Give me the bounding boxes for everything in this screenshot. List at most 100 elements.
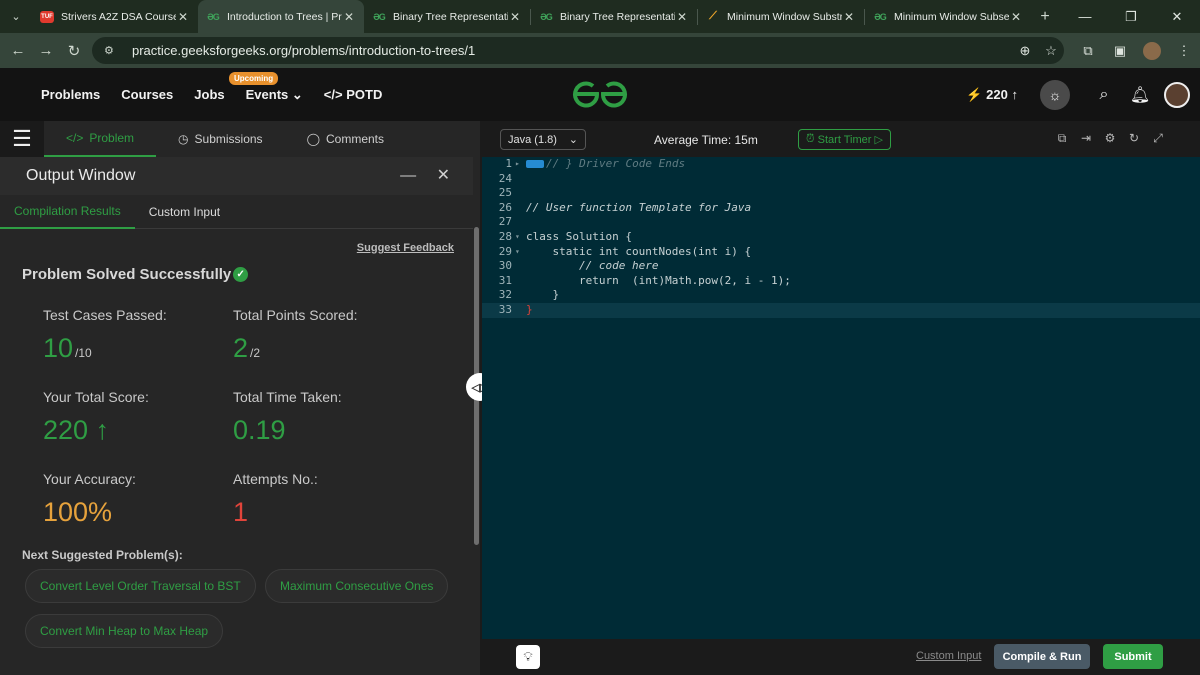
close-icon[interactable]: ✕ [842, 10, 856, 24]
search-icon[interactable]: ⌕ [1086, 86, 1122, 104]
tab-comments[interactable]: ◯ Comments [285, 121, 406, 157]
bookmark-star-icon[interactable]: ☆ [1038, 43, 1064, 59]
clock-icon: ◷ [178, 132, 189, 146]
browser-tab[interactable]: TUF Strivers A2Z DSA Course/S ✕ [32, 0, 198, 33]
fold-arrow-icon[interactable]: ▸ [515, 157, 520, 172]
leetcode-icon: ⟋ [709, 10, 717, 22]
zoom-icon[interactable]: ⊕ [1012, 43, 1038, 59]
tab-title: Strivers A2Z DSA Course/S [61, 10, 176, 23]
fold-arrow-icon[interactable]: ▾ [515, 245, 520, 260]
streak-value: 220 [986, 86, 1008, 102]
folded-code-icon[interactable] [526, 160, 544, 168]
tab-title: Binary Tree Representatio [560, 10, 675, 23]
code-line: 25 [482, 186, 1200, 201]
nav-problems[interactable]: Problems [41, 87, 100, 102]
extensions-icon[interactable]: ⧉ [1072, 43, 1104, 59]
streak-counter[interactable]: ⚡ 220 ↑ [966, 87, 1018, 103]
nav-potd[interactable]: </> POTD [324, 87, 383, 102]
custom-input-link[interactable]: Custom Input [916, 650, 981, 662]
tab-problem[interactable]: </> Problem [44, 121, 157, 157]
code-icon: </> [66, 131, 84, 145]
gfg-logo[interactable] [571, 80, 629, 108]
browser-tab[interactable]: ƏG Minimum Window Subseq ✕ [865, 0, 1031, 33]
code-icon: </> [323, 87, 343, 102]
forward-icon[interactable]: → [32, 42, 60, 59]
lightbulb-icon[interactable]: 💡︎ [516, 645, 540, 669]
new-tab-button[interactable]: + [1031, 8, 1059, 26]
test-cases-total: /10 [75, 346, 92, 360]
close-icon[interactable]: ✕ [508, 10, 522, 24]
minimize-icon[interactable]: — [1062, 9, 1108, 24]
browser-tab[interactable]: ƏG Binary Tree Representatio ✕ [531, 0, 697, 33]
export-icon[interactable]: ⇥ [1074, 131, 1098, 146]
minimize-icon[interactable]: — [400, 167, 416, 184]
suggested-problem-link[interactable]: Convert Min Heap to Max Heap [25, 614, 224, 648]
code-text: // User function Template for Java [526, 200, 752, 214]
output-window-title: Output Window [26, 167, 136, 184]
code-editor[interactable]: 1 ▸ // } Driver Code Ends 24 25 26 // Us… [482, 157, 1200, 639]
nav-courses[interactable]: Courses [121, 87, 173, 102]
theme-toggle-icon[interactable]: ☼ [1040, 79, 1070, 110]
start-timer-button[interactable]: ⏰︎ Start Timer ▷ [798, 129, 891, 150]
chevron-down-icon: ⌄ [568, 134, 578, 146]
fold-arrow-icon[interactable]: ▾ [515, 230, 520, 245]
close-icon[interactable]: ✕ [176, 10, 190, 24]
close-icon[interactable]: ✕ [342, 10, 356, 24]
close-icon[interactable]: ✕ [675, 10, 689, 24]
code-text: static int countNodes(int i) { [526, 244, 752, 258]
arrow-up-icon: ↑ [1011, 86, 1019, 102]
nav-jobs[interactable]: Jobs [194, 87, 224, 102]
sidebar-icon[interactable]: ▣ [1104, 43, 1136, 59]
submit-button[interactable]: Submit [1103, 644, 1163, 669]
site-info-icon[interactable]: ⚙ [104, 44, 122, 57]
points-total: /2 [250, 346, 261, 360]
tab-search-button[interactable]: ⌄ [0, 0, 32, 33]
stat-time-taken: Total Time Taken: 0.19 [233, 389, 342, 446]
language-select[interactable]: Java (1.8) ⌄ [500, 129, 586, 150]
browser-tab[interactable]: ƏG Binary Tree Representatio ✕ [364, 0, 530, 33]
close-window-icon[interactable]: ✕ [1154, 9, 1200, 25]
tab-submissions[interactable]: ◷ Submissions [156, 121, 285, 157]
close-icon[interactable]: ✕ [1009, 10, 1023, 24]
code-text: // code here [526, 259, 659, 273]
compile-run-button[interactable]: Compile & Run [994, 644, 1090, 669]
stat-label: Your Accuracy: [43, 471, 136, 487]
back-icon[interactable]: ← [4, 42, 32, 59]
tab-compilation-results[interactable]: Compilation Results [0, 195, 135, 229]
code-text: return (int)Math.pow(2, i - 1); [526, 273, 791, 287]
close-icon[interactable]: ✕ [437, 167, 450, 184]
nav-events[interactable]: Events ⌄ [246, 87, 303, 103]
stat-value: 220 ↑ [43, 415, 149, 446]
reload-icon[interactable]: ↻ [60, 42, 88, 60]
code-text: class Solution { [526, 230, 632, 243]
suggested-problem-link[interactable]: Convert Level Order Traversal to BST [25, 569, 256, 603]
hamburger-menu-icon[interactable]: ☰ [0, 121, 44, 157]
fullscreen-icon[interactable]: ⤢ [1146, 131, 1170, 146]
suggested-problem-link[interactable]: Maximum Consecutive Ones [265, 569, 449, 603]
url-text[interactable]: practice.geeksforgeeks.org/problems/intr… [132, 43, 1012, 58]
line-number: 27 [498, 215, 512, 229]
profile-avatar[interactable] [1143, 41, 1161, 60]
code-text: } [526, 288, 560, 302]
tab-custom-input[interactable]: Custom Input [135, 195, 234, 229]
bell-icon[interactable]: 🔔︎ [1122, 85, 1158, 105]
tab-comments-label: Comments [326, 132, 385, 146]
restore-icon[interactable]: ❐ [1108, 9, 1154, 25]
settings-gear-icon[interactable]: ⚙ [1098, 131, 1122, 146]
browser-tab-active[interactable]: ƏG Introduction to Trees | Pra ✕ [198, 0, 364, 33]
editor-actions: 💡︎ Custom Input Compile & Run Submit [482, 639, 1200, 675]
reset-icon[interactable]: ↻ [1122, 131, 1146, 146]
site-header: Problems Courses Jobs Events ⌄ </> POTD … [0, 68, 1200, 121]
browser-tab[interactable]: ⟋ Minimum Window Substri ✕ [698, 0, 864, 33]
code-line: 30 // code here [482, 259, 1200, 274]
code-line: 31 return (int)Math.pow(2, i - 1); [482, 274, 1200, 289]
address-bar[interactable]: ⚙ practice.geeksforgeeks.org/problems/in… [92, 37, 1064, 64]
menu-kebab-icon[interactable]: ⋮ [1168, 43, 1200, 59]
line-number: 24 [498, 171, 512, 185]
avatar[interactable] [1164, 81, 1190, 108]
stat-label: Your Total Score: [43, 389, 149, 405]
stat-points: Total Points Scored: 2/2 [233, 307, 358, 364]
suggest-feedback-link[interactable]: Suggest Feedback [357, 242, 454, 254]
copy-icon[interactable]: ⧉ [1050, 131, 1074, 146]
left-pane: ☰ </> Problem ◷ Submissions ◯ Comments Outp… [0, 121, 480, 675]
